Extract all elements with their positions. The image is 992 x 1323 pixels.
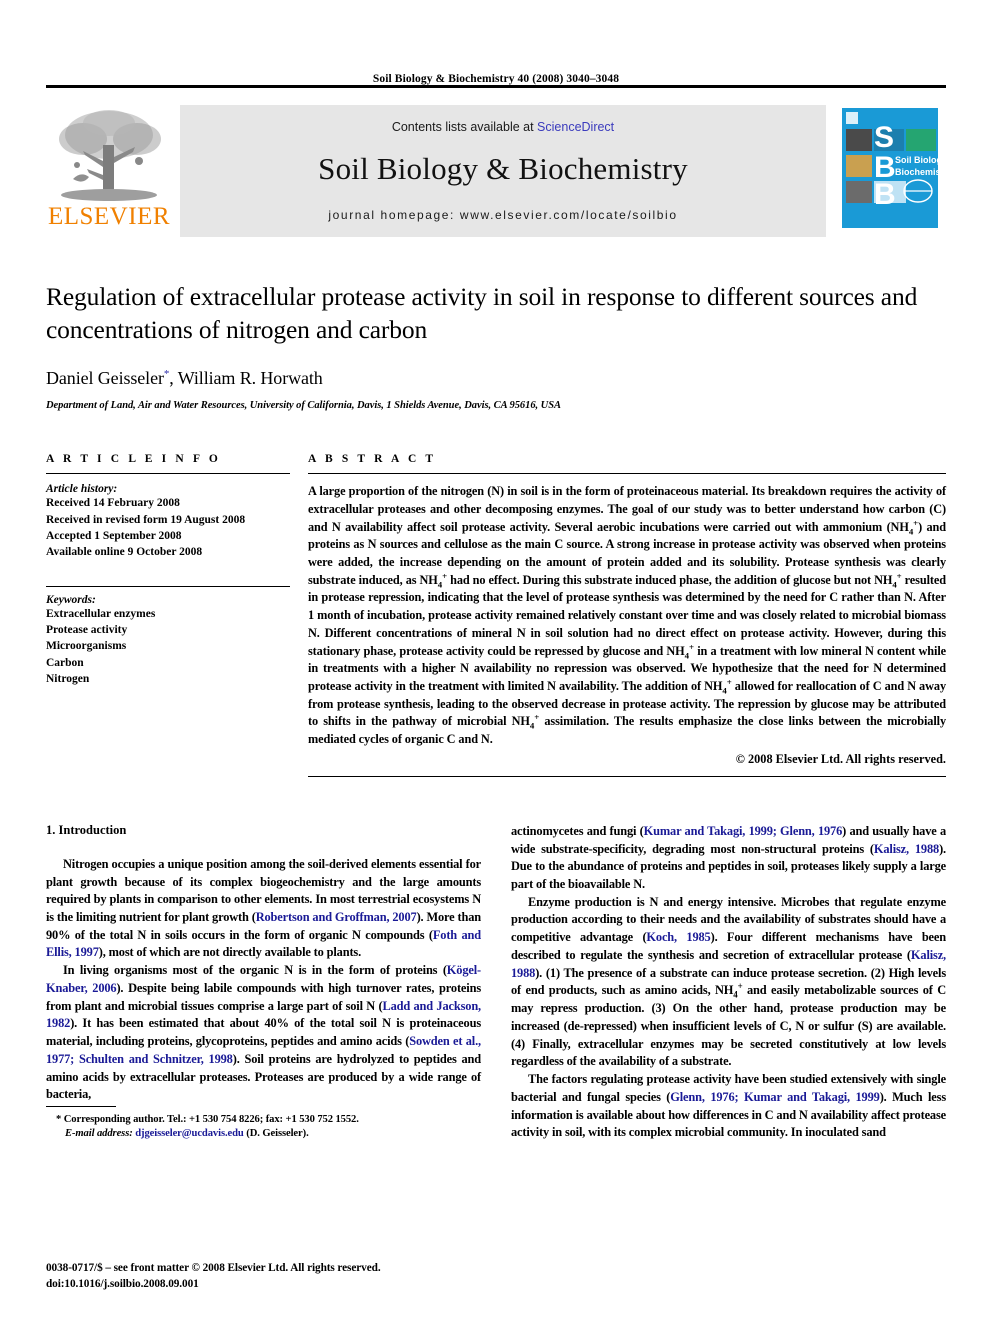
keywords-label: Keywords: [46,593,96,606]
body-right-column: actinomycetes and fungi (Kumar and Takag… [511,823,946,1142]
doi-line[interactable]: doi:10.1016/j.soilbio.2008.09.001 [46,1277,381,1293]
paragraph: In living organisms most of the organic … [46,963,482,1102]
abstract-text: A large proportion of the nitrogen (N) i… [308,484,947,747]
paragraph: Enzyme production is N and energy intens… [511,894,946,1069]
article-info-rule [46,473,290,475]
issn-front-matter: 0038-0717/$ – see front matter © 2008 El… [46,1262,381,1275]
section-heading-introduction: 1. Introduction [46,822,127,837]
abstract-column: A B S T R A C T A large proportion of th… [308,453,946,777]
copyright-line: © 2008 Elsevier Ltd. All rights reserved… [735,751,946,766]
svg-text:Biochemistry: Biochemistry [895,167,942,177]
elsevier-logo[interactable]: ELSEVIER [46,105,172,237]
keyword-item: Carbon [46,656,84,669]
email-link[interactable]: djgeisseler@ucdavis.edu [135,1128,244,1139]
keyword-item: Extracellular enzymes [46,607,156,620]
abstract-rule-top [308,473,946,475]
footnote-rule [46,1105,116,1107]
journal-homepage-link[interactable]: journal homepage: www.elsevier.com/locat… [328,208,677,222]
abstract-label: A B S T R A C T [308,453,437,466]
paragraph: Nitrogen occupies a unique position amon… [46,856,481,960]
keyword-item: Protease activity [46,623,128,636]
paragraph: The factors regulating protease activity… [511,1072,946,1140]
article-info-label: A R T I C L E I N F O [46,453,221,466]
page-title: Regulation of extracellular protease act… [46,282,918,344]
corresponding-author-note: * Corresponding author. Tel.: +1 530 754… [56,1113,359,1125]
journal-masthead: ELSEVIER Contents lists available at Sci… [46,105,946,237]
contents-available-line: Contents lists available at ScienceDirec… [392,120,614,134]
paragraph: actinomycetes and fungi (Kumar and Takag… [511,823,946,891]
history-item: Received in revised form 19 August 2008 [46,513,246,526]
journal-cover-thumbnail[interactable]: S B B Soil Biology & Biochemistry [834,105,946,237]
journal-cover-image: S B B Soil Biology & Biochemistry [838,105,942,231]
article-history-label: Article history: [46,483,118,496]
author-list: Daniel Geisseler*, William R. Horwath [46,368,946,389]
contents-prefix: Contents lists available at [391,120,538,134]
journal-article-page: Soil Biology & Biochemistry 40 (2008) 30… [0,0,992,1323]
page-footer: 0038-0717/$ – see front matter © 2008 El… [46,1261,381,1293]
body-columns: 1. Introduction Nitrogen occupies a uniq… [46,823,946,1142]
email-note: E-mail address: djgeisseler@ucdavis.edu … [46,1127,481,1142]
svg-text:B: B [874,178,896,211]
journal-title: Soil Biology & Biochemistry [318,151,688,186]
info-abstract-row: A R T I C L E I N F O Article history: R… [46,453,946,777]
svg-text:S: S [874,121,894,154]
abstract-rule-bottom [308,775,946,777]
author-names: Daniel Geisseler*, William R. Horwath [46,368,323,389]
keywords-rule [46,585,290,587]
masthead-top-rule [46,85,946,88]
email-attribution: (D. Geisseler). [246,1128,309,1140]
keyword-item: Nitrogen [46,672,90,685]
article-info-column: A R T I C L E I N F O Article history: R… [46,453,308,777]
elsevier-wordmark: ELSEVIER [47,203,171,230]
running-head: Soil Biology & Biochemistry 40 (2008) 30… [372,73,620,85]
journal-banner: Contents lists available at ScienceDirec… [180,105,826,237]
svg-text:Soil Biology &: Soil Biology & [895,155,942,165]
email-label: E-mail address: [65,1128,133,1140]
affiliation: Department of Land, Air and Water Resour… [46,400,561,412]
history-item: Received 14 February 2008 [46,497,180,510]
footnote-block: * Corresponding author. Tel.: +1 530 754… [46,1105,481,1142]
history-item: Available online 9 October 2008 [46,546,203,559]
title-block: Regulation of extracellular protease act… [46,237,946,411]
body-left-column: 1. Introduction Nitrogen occupies a uniq… [46,823,481,1142]
history-item: Accepted 1 September 2008 [46,529,182,542]
elsevier-tree-icon [59,110,161,201]
keyword-item: Microorganisms [46,640,127,653]
sciencedirect-link[interactable]: ScienceDirect [537,120,614,134]
